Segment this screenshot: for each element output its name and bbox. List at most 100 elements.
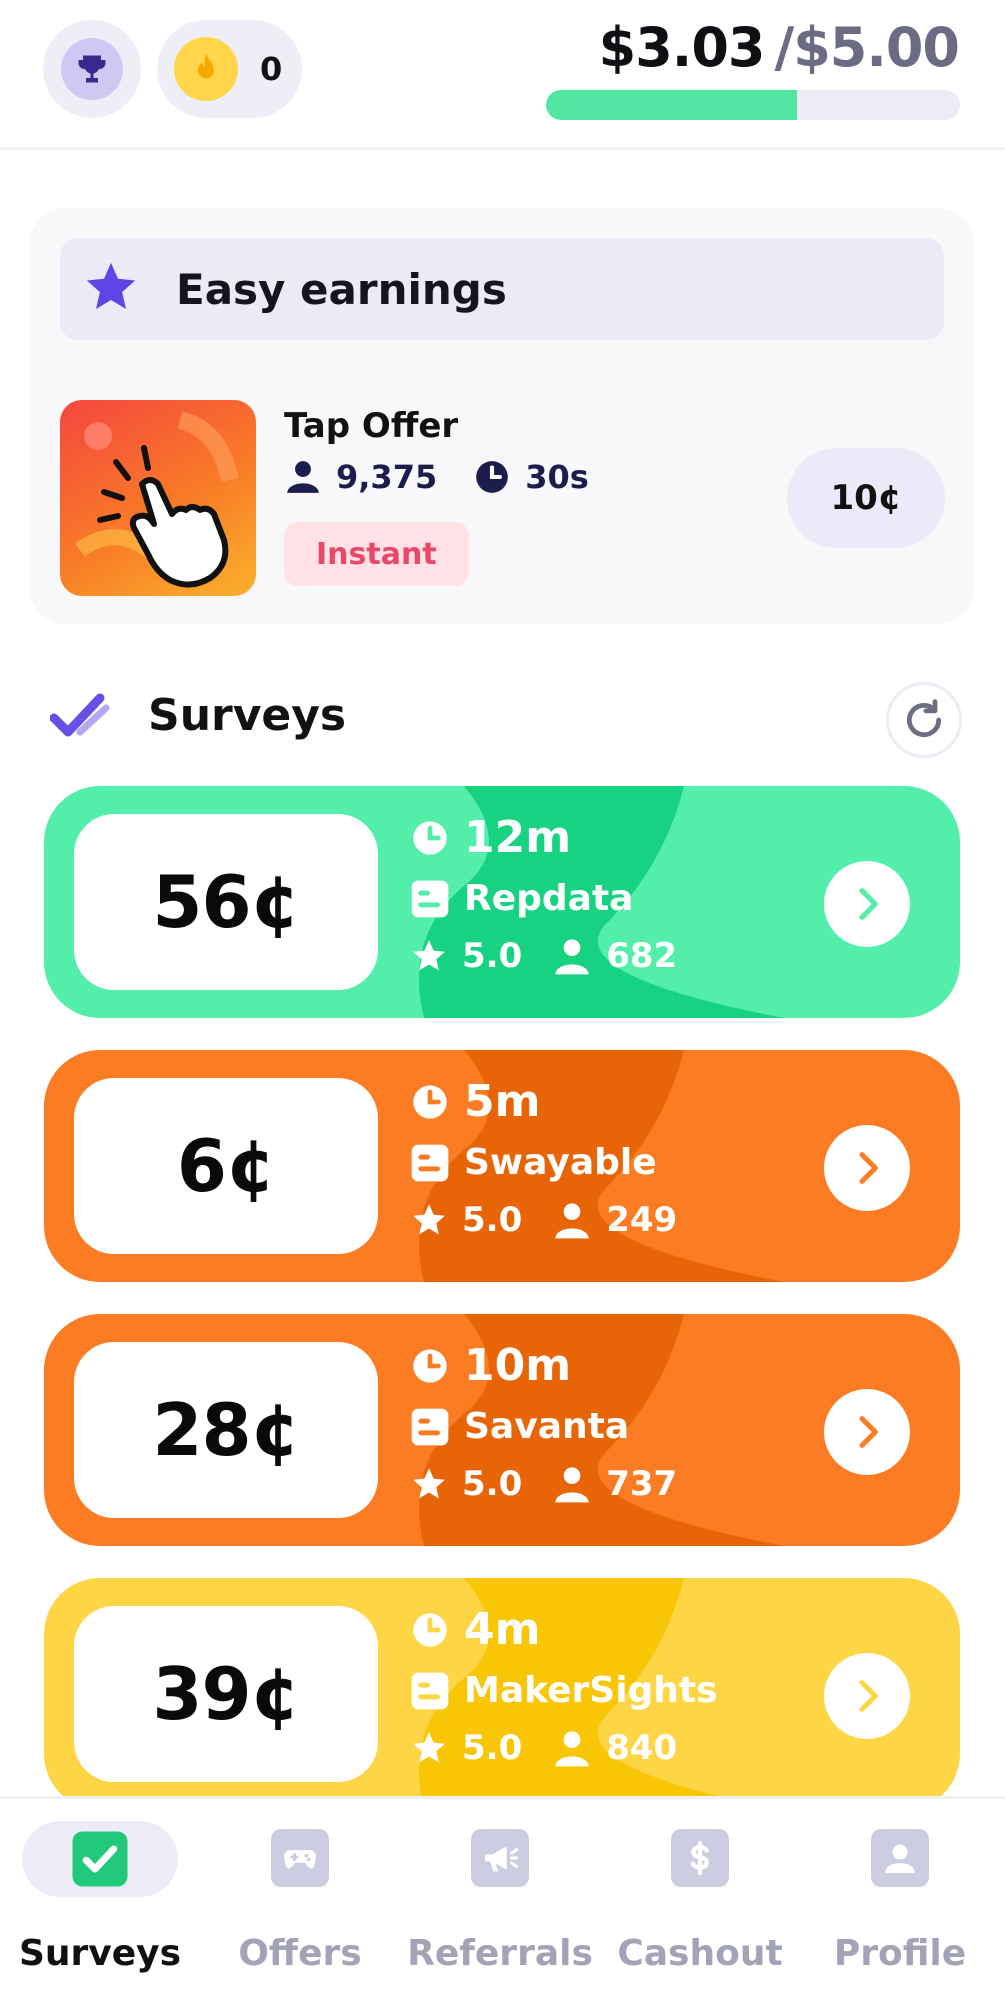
nav-label-cashout: Cashout [617, 1933, 783, 1974]
survey-respondents: 840 [606, 1728, 678, 1768]
open-survey-button[interactable] [824, 1653, 910, 1739]
gamepad-icon [271, 1829, 329, 1887]
survey-time: 10m [410, 1340, 571, 1391]
survey-card[interactable]: 28¢ 10m Savanta 5.0 737 [44, 1314, 960, 1546]
clock-icon [410, 818, 450, 858]
bottom-navigation: Surveys Offers Referrals Cashout Profile [0, 1796, 1005, 2000]
easy-earnings-title: Easy earnings [176, 264, 507, 314]
surveys-title: Surveys [148, 690, 347, 741]
nav-item-offers[interactable]: Offers [200, 1799, 400, 2000]
balance-display: $3.03/$5.00 [599, 16, 960, 79]
star-icon [410, 937, 448, 975]
survey-respondents: 682 [606, 936, 678, 976]
tap-offer-thumbnail[interactable] [60, 400, 256, 596]
star-icon [82, 258, 140, 320]
survey-reward: 6¢ [74, 1078, 378, 1254]
document-icon [410, 1407, 450, 1447]
easy-earnings-card: Easy earnings Tap Offer 9,375 30s Instan… [30, 208, 974, 624]
user-icon [871, 1829, 929, 1887]
survey-respondents: 737 [606, 1464, 678, 1504]
survey-provider-name: Savanta [464, 1406, 630, 1447]
top-bar: 0 $3.03/$5.00 [0, 0, 1005, 150]
clock-icon [410, 1082, 450, 1122]
user-icon [552, 1200, 592, 1240]
survey-provider-name: MakerSights [464, 1670, 718, 1711]
nav-item-profile[interactable]: Profile [800, 1799, 1000, 2000]
check-icon [70, 1829, 130, 1889]
survey-respondents: 249 [606, 1200, 678, 1240]
survey-card[interactable]: 6¢ 5m Swayable 5.0 249 [44, 1050, 960, 1282]
balance-goal: /$5.00 [774, 16, 960, 79]
open-survey-button[interactable] [824, 861, 910, 947]
flame-icon [174, 37, 238, 101]
user-icon [552, 936, 592, 976]
nav-item-referrals[interactable]: Referrals [400, 1799, 600, 2000]
document-icon [410, 879, 450, 919]
survey-stats: 5.0 249 [410, 1200, 677, 1240]
dollar-icon [671, 1829, 729, 1887]
open-survey-button[interactable] [824, 1125, 910, 1211]
streak-count: 0 [260, 50, 283, 88]
survey-provider: Savanta [410, 1406, 629, 1447]
survey-time: 4m [410, 1604, 540, 1655]
user-icon [284, 458, 322, 496]
survey-reward: 28¢ [74, 1342, 378, 1518]
refresh-button[interactable] [886, 682, 962, 758]
survey-rating: 5.0 [462, 936, 523, 976]
nav-item-cashout[interactable]: Cashout [600, 1799, 800, 2000]
survey-card[interactable]: 39¢ 4m MakerSights 5.0 840 [44, 1578, 960, 1810]
chevron-right-icon [847, 1412, 887, 1452]
user-icon [552, 1464, 592, 1504]
survey-provider: Swayable [410, 1142, 657, 1183]
streak-button[interactable]: 0 [157, 20, 302, 118]
nav-active-indicator [22, 1821, 178, 1897]
survey-reward: 56¢ [74, 814, 378, 990]
offer-meta: 9,375 30s [284, 458, 589, 496]
chevron-right-icon [847, 1148, 887, 1188]
document-icon [410, 1671, 450, 1711]
survey-rating: 5.0 [462, 1728, 523, 1768]
nav-label-surveys: Surveys [18, 1933, 182, 1974]
survey-rating: 5.0 [462, 1464, 523, 1504]
refresh-icon [902, 698, 946, 742]
survey-stats: 5.0 682 [410, 936, 677, 976]
tap-hand-icon [75, 411, 239, 588]
chevron-right-icon [847, 884, 887, 924]
cashout-progress-fill [546, 90, 797, 120]
trophy-icon [61, 38, 123, 100]
survey-reward: 39¢ [74, 1606, 378, 1782]
star-icon [410, 1465, 448, 1503]
megaphone-icon [471, 1829, 529, 1887]
nav-label-offers: Offers [238, 1933, 362, 1974]
survey-time-value: 4m [464, 1604, 541, 1655]
offer-duration: 30s [525, 458, 589, 496]
nav-item-surveys[interactable]: Surveys [0, 1799, 200, 2000]
surveys-section-header: Surveys [50, 690, 346, 741]
survey-rating: 5.0 [462, 1200, 523, 1240]
survey-provider-name: Swayable [464, 1142, 657, 1183]
survey-stats: 5.0 840 [410, 1728, 677, 1768]
cashout-progress-bar [546, 90, 960, 120]
survey-provider-name: Repdata [464, 878, 634, 919]
easy-earnings-header: Easy earnings [60, 238, 944, 340]
survey-time: 12m [410, 812, 571, 863]
instant-badge: Instant [284, 522, 469, 586]
star-icon [410, 1729, 448, 1767]
survey-card[interactable]: 56¢ 12m Repdata 5.0 682 [44, 786, 960, 1018]
survey-time-value: 12m [464, 812, 572, 863]
survey-time-value: 5m [464, 1076, 541, 1127]
survey-time: 5m [410, 1076, 540, 1127]
survey-provider: Repdata [410, 878, 633, 919]
offer-reward-button[interactable]: 10¢ [787, 448, 945, 548]
clock-icon [473, 458, 511, 496]
document-icon [410, 1143, 450, 1183]
chevron-right-icon [847, 1676, 887, 1716]
double-check-icon [50, 692, 110, 740]
trophy-button[interactable] [43, 20, 141, 118]
nav-label-profile: Profile [833, 1933, 967, 1974]
survey-provider: MakerSights [410, 1670, 718, 1711]
clock-icon [410, 1346, 450, 1386]
offer-users: 9,375 [336, 458, 438, 496]
star-icon [410, 1201, 448, 1239]
open-survey-button[interactable] [824, 1389, 910, 1475]
